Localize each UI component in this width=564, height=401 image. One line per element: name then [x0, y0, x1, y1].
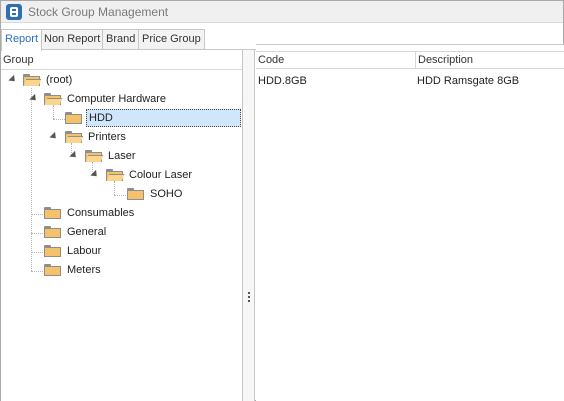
- title-bar: Stock Group Management: [1, 1, 563, 23]
- tab-non-report[interactable]: Non Report: [40, 29, 105, 50]
- tree-line: [114, 181, 115, 195]
- tree-node-label: (root): [46, 74, 73, 86]
- cell-description: HDD Ramsgate 8GB: [417, 75, 520, 87]
- tree-node-label: Computer Hardware: [67, 93, 167, 105]
- cell-code: HDD.8GB: [258, 75, 307, 87]
- expand-root-icon[interactable]: [8, 74, 18, 85]
- tab-brand[interactable]: Brand: [102, 29, 140, 50]
- tab-report[interactable]: Report: [1, 29, 43, 51]
- app-icon: [6, 4, 22, 20]
- tree-line: [31, 271, 43, 272]
- tree-line: [31, 88, 32, 271]
- folder-icon: [127, 188, 144, 200]
- folder-open-icon: [106, 169, 125, 181]
- folder-icon: [44, 226, 61, 238]
- folder-icon: [44, 264, 61, 276]
- folder-open-icon: [44, 93, 63, 105]
- tree-line: [31, 233, 43, 234]
- folder-open-icon: [85, 150, 104, 162]
- folder-icon: [44, 245, 61, 257]
- folder-icon: [44, 207, 61, 219]
- tree-node-label: General: [67, 226, 107, 238]
- splitter-grip-icon[interactable]: [248, 292, 250, 294]
- folder-icon: [65, 112, 82, 124]
- tree-node-label: SOHO: [150, 188, 183, 200]
- tree-line: [31, 214, 43, 215]
- group-column-header[interactable]: Group: [1, 51, 242, 70]
- tree-line: [114, 195, 126, 196]
- tree-node-label: HDD: [86, 109, 241, 127]
- pane-splitter[interactable]: [243, 50, 255, 401]
- table-row[interactable]: HDD.8GB HDD Ramsgate 8GB: [256, 72, 564, 90]
- folder-open-icon: [23, 74, 42, 86]
- column-header-code[interactable]: Code: [256, 52, 416, 69]
- window-title: Stock Group Management: [28, 5, 169, 19]
- tree-line: [53, 105, 54, 119]
- tree-node-hdd[interactable]: HDD: [65, 109, 241, 127]
- grid-header-row: Code Description: [256, 51, 564, 69]
- group-tree-pane: Group (root) Computer Hardware HDD Print…: [1, 50, 243, 401]
- tree-node-label: Colour Laser: [129, 169, 192, 181]
- stock-grid-pane: Code Description HDD.8GB HDD Ramsgate 8G…: [256, 44, 564, 401]
- expand-printers-icon[interactable]: [49, 131, 59, 142]
- tree-node-label: Laser: [108, 150, 136, 162]
- tree-node-label: Consumables: [67, 207, 135, 219]
- folder-open-icon: [65, 131, 84, 143]
- stock-group-window: Stock Group Management Report Non Report…: [0, 0, 564, 401]
- column-header-description[interactable]: Description: [416, 52, 564, 69]
- tree-node-label: Labour: [67, 245, 102, 257]
- tab-price-group[interactable]: Price Group: [138, 29, 205, 50]
- tree-line: [53, 119, 65, 120]
- tree-node-label: Meters: [67, 264, 101, 276]
- tree-line: [31, 252, 43, 253]
- tree-node-label: Printers: [88, 131, 126, 143]
